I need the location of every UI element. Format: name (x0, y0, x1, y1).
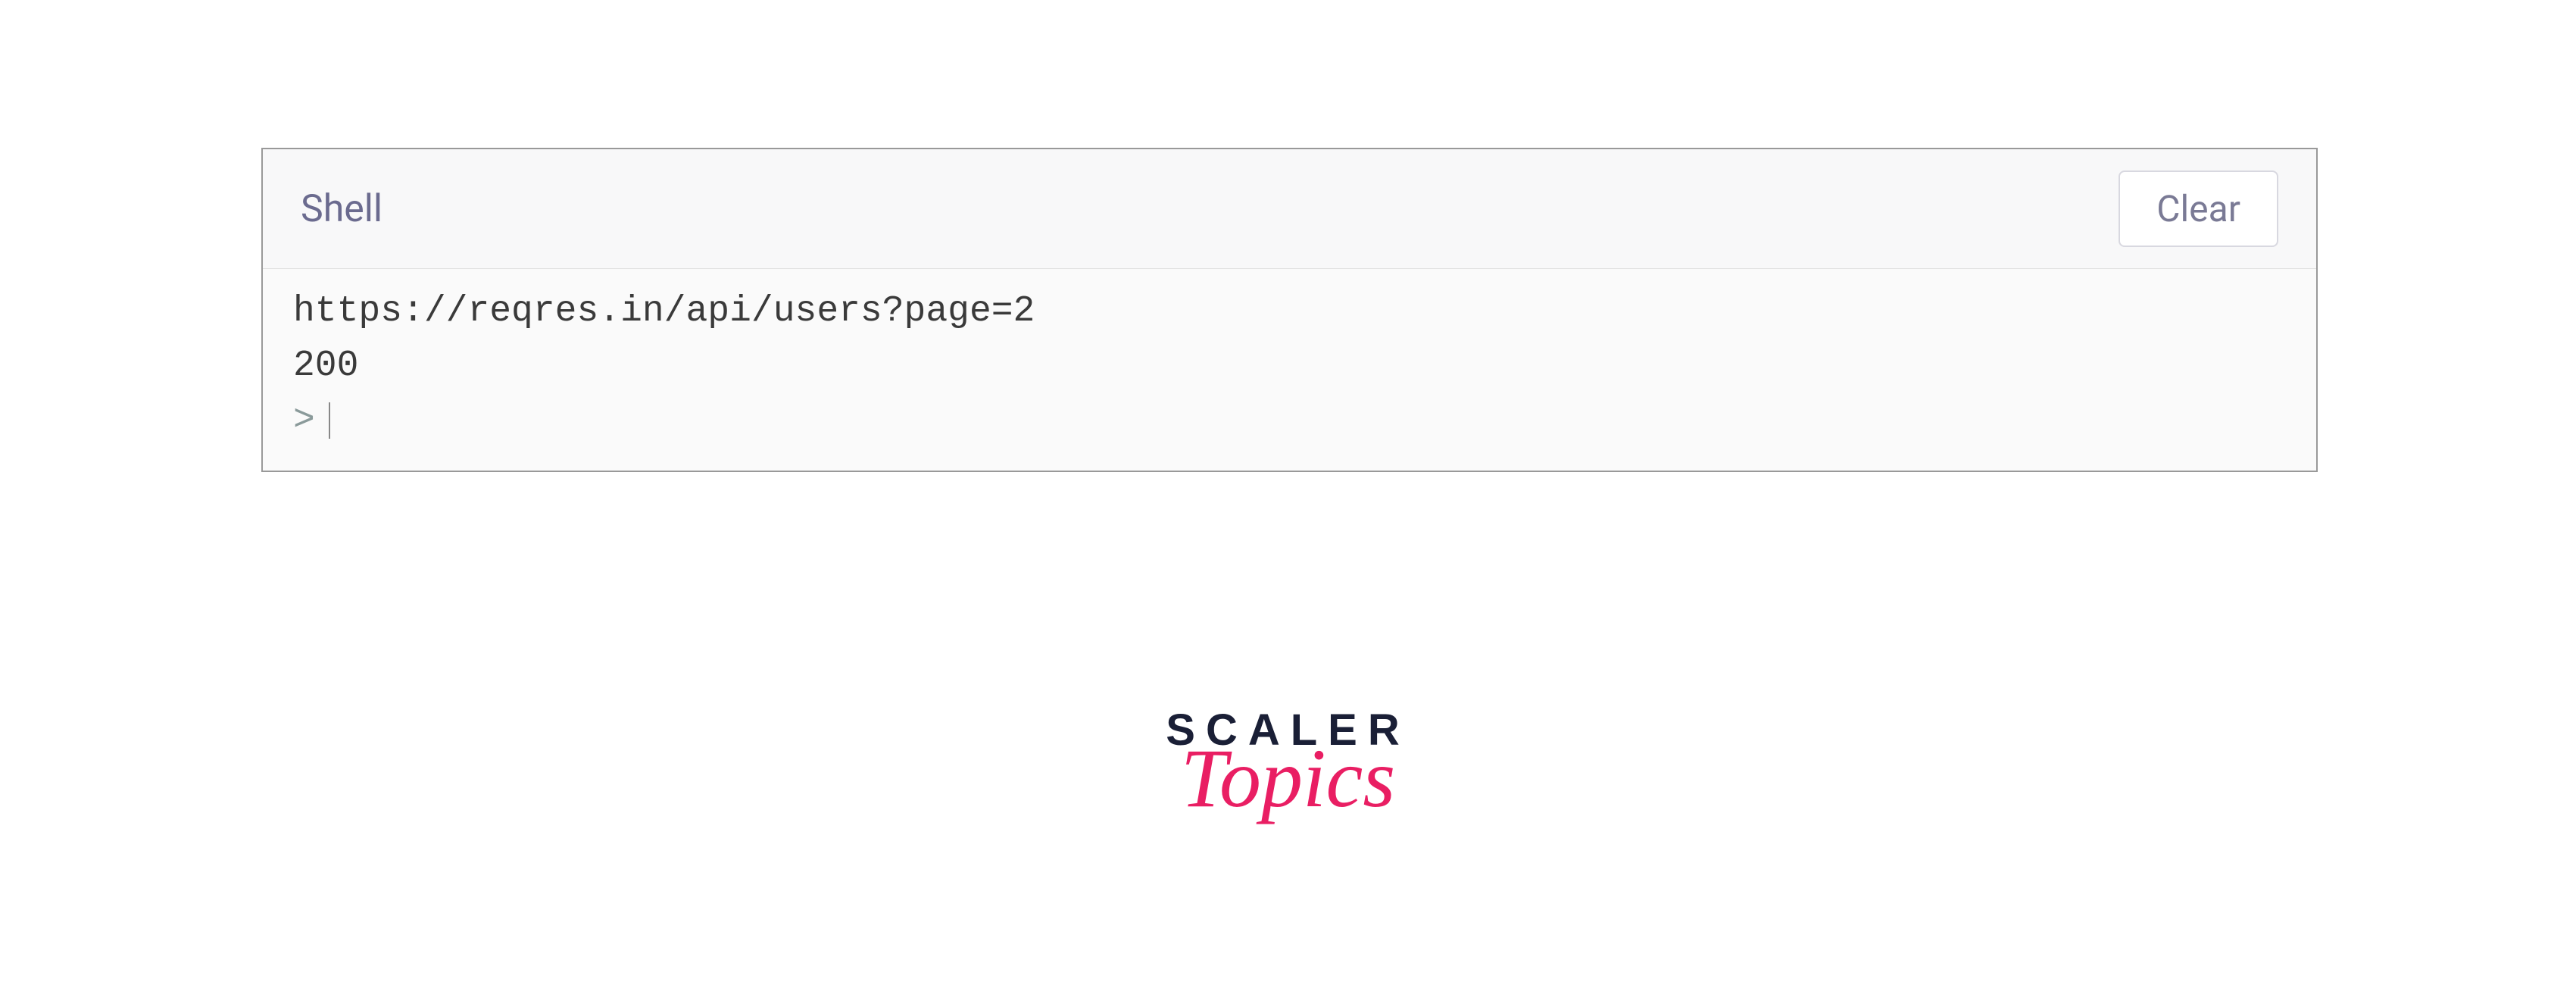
logo-text-topics: Topics (1166, 745, 1410, 812)
shell-output[interactable]: https://reqres.in/api/users?page=2 200 > (263, 269, 2316, 471)
shell-title: Shell (301, 187, 382, 231)
cursor-icon (329, 402, 330, 439)
prompt-symbol: > (293, 393, 315, 448)
output-line: 200 (293, 339, 2286, 393)
shell-panel: Shell Clear https://reqres.in/api/users?… (261, 148, 2318, 472)
shell-prompt[interactable]: > (293, 393, 2286, 448)
shell-header: Shell Clear (263, 149, 2316, 269)
scaler-topics-logo: SCALER Topics (1166, 708, 1410, 812)
clear-button[interactable]: Clear (2119, 170, 2278, 247)
output-line: https://reqres.in/api/users?page=2 (293, 284, 2286, 339)
